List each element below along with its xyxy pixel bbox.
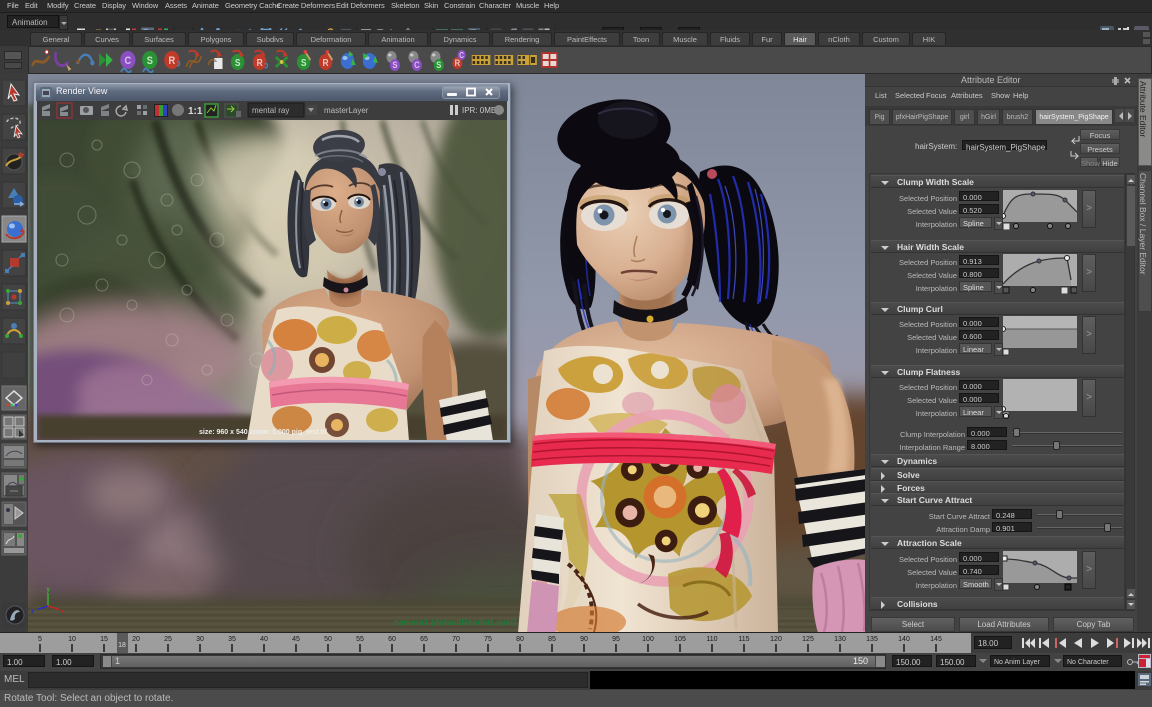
svg-text:5: 5 (38, 636, 42, 643)
svg-text:size: 960 x 540 zoom: 1.000: size: 960 x 540 zoom: 1.000 pig_test.tif (199, 429, 328, 436)
svg-text:100: 100 (642, 636, 654, 643)
svg-text:C: C (459, 50, 464, 60)
svg-text:20: 20 (132, 636, 140, 643)
svg-text:15: 15 (100, 636, 108, 643)
svg-text:125: 125 (802, 636, 814, 643)
svg-text:40: 40 (260, 636, 268, 643)
svg-text:1:1: 1:1 (188, 106, 203, 117)
svg-text:S: S (436, 59, 441, 70)
svg-text:60: 60 (388, 636, 396, 643)
svg-text:135: 135 (866, 636, 878, 643)
svg-text:IPR: 0MB: IPR: 0MB (462, 106, 496, 115)
svg-text:50: 50 (324, 636, 332, 643)
svg-text:35: 35 (228, 636, 236, 643)
svg-text:S: S (235, 57, 241, 68)
svg-text:120: 120 (770, 636, 782, 643)
svg-text:30: 30 (196, 636, 204, 643)
svg-text:55: 55 (356, 636, 364, 643)
svg-text:110: 110 (706, 636, 717, 643)
svg-text:75: 75 (484, 636, 492, 643)
svg-text:80: 80 (516, 636, 524, 643)
svg-text:25: 25 (164, 636, 172, 643)
svg-text:130: 130 (834, 636, 846, 643)
svg-text:105: 105 (674, 636, 686, 643)
svg-text:C: C (125, 55, 132, 67)
svg-text:90: 90 (580, 636, 588, 643)
svg-text:mental ray: mental ray (252, 106, 289, 115)
svg-text:65: 65 (420, 636, 428, 643)
svg-text:85: 85 (548, 636, 556, 643)
svg-text:masterLayer: masterLayer (324, 106, 369, 115)
svg-text:145: 145 (930, 636, 942, 643)
svg-text:S: S (301, 57, 307, 68)
svg-text:z: z (31, 609, 34, 615)
svg-text:140: 140 (898, 636, 910, 643)
svg-text:C: C (414, 59, 419, 70)
svg-text:70: 70 (452, 636, 460, 643)
svg-text:S: S (392, 59, 397, 70)
svg-text:10: 10 (68, 636, 76, 643)
svg-text:R: R (257, 57, 263, 68)
svg-text:S: S (147, 55, 153, 67)
svg-text:camera1 (defaultRenderLayer): camera1 (defaultRenderLayer) (394, 617, 517, 627)
svg-text:95: 95 (612, 636, 620, 643)
svg-text:R: R (323, 57, 329, 68)
svg-text:R: R (168, 55, 175, 67)
svg-text:45: 45 (292, 636, 300, 643)
svg-text:18: 18 (118, 642, 126, 649)
svg-text:115: 115 (738, 636, 749, 643)
